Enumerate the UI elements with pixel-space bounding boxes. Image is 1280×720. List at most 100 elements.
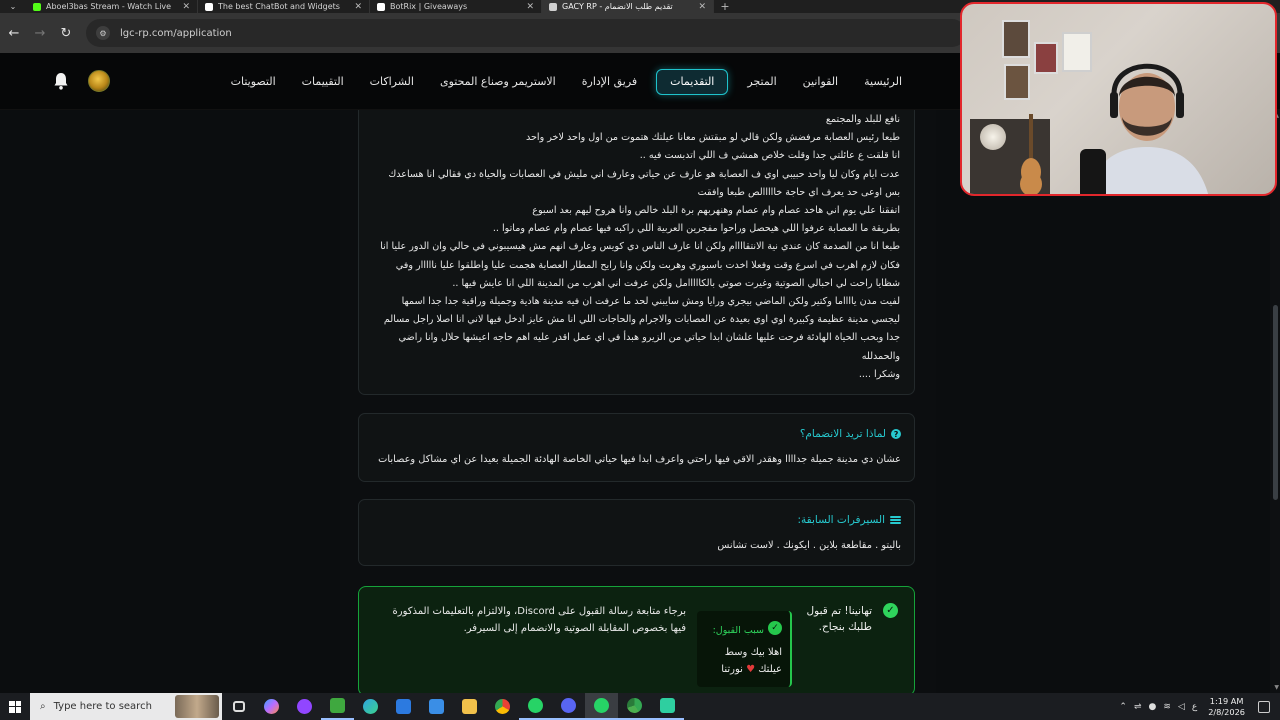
site-info-icon[interactable]: ⚙ [96, 26, 110, 40]
network-adapter-icon[interactable]: ⇌ [1134, 702, 1142, 712]
wall-poster [1004, 64, 1030, 100]
taskbar-search[interactable]: ⌕ Type here to search [30, 693, 222, 720]
scrollbar-thumb[interactable] [1273, 305, 1278, 500]
new-tab-button[interactable]: + [714, 0, 736, 13]
close-icon[interactable]: ✕ [698, 2, 706, 12]
forward-button[interactable]: → [28, 21, 52, 45]
nav-rules[interactable]: القوانين [790, 69, 851, 95]
previous-servers-card: السيرفرات السابقة: باليتو . مقاطعة بلاين… [358, 499, 915, 566]
story-line: بطريقة ما العصابة عرفوا اللي هيحصل وراحو… [492, 223, 900, 235]
story-line: بس اوعى حد يعرف اي حاجة خااااالص طبعا وا… [697, 186, 900, 198]
site-logo[interactable] [88, 70, 110, 92]
clock-time: 1:19 AM [1209, 695, 1244, 706]
start-button[interactable] [0, 693, 30, 720]
xbox-icon[interactable] [321, 693, 354, 720]
browser-tab[interactable]: The best ChatBot and Widgets ✕ [198, 0, 370, 13]
clock-date: 2/8/2026 [1208, 706, 1245, 717]
nav-home[interactable]: الرئيسية [851, 69, 915, 95]
mail-icon[interactable] [387, 693, 420, 720]
check-circle-icon: ✓ [883, 603, 898, 618]
check-circle-icon: ✓ [768, 621, 782, 635]
story-line: جدا وبحب الحياة الهادئة فرحت عليها علشان… [398, 332, 900, 344]
ring-light [980, 124, 1006, 150]
why-join-title-row: ? لماذا تريد الانضمام؟ [800, 428, 901, 440]
previous-servers-title: السيرفرات السابقة: [797, 514, 885, 526]
back-button[interactable]: ← [2, 21, 26, 45]
bell-icon[interactable] [53, 72, 69, 90]
story-line: اتفقنا علي يوم اني هاخد عصام وام عصام وه… [532, 205, 900, 217]
close-icon[interactable]: ✕ [526, 2, 534, 12]
windows-taskbar: ⌕ Type here to search ⌃ ⇌ ● ≋ ◁ ع 1:19 A… [0, 693, 1280, 720]
nav-store[interactable]: المتجر [734, 69, 789, 95]
store-icon[interactable] [420, 693, 453, 720]
chrome-icon[interactable] [618, 693, 651, 720]
notifications-icon[interactable] [1258, 700, 1270, 713]
microphone [1080, 149, 1106, 194]
heart-icon: ♥ [746, 664, 756, 675]
acceptance-reason-box: ✓ سبب القبول: اهلا بيك وسط عيلتك ♥ نورتن… [697, 611, 792, 687]
backstory-card: نافع للبلد والمجتمع طبعا رئيس العصابة مر… [358, 110, 915, 395]
server-icon [890, 515, 901, 525]
whatsapp-icon[interactable] [519, 693, 552, 720]
previous-servers-answer: باليتو . مقاطعة بلاين . ايكونك . لاست تش… [717, 540, 901, 551]
page-content: نافع للبلد والمجتمع طبعا رئيس العصابة مر… [0, 110, 1280, 693]
browser-tab[interactable]: BotRix | Giveaways ✕ [370, 0, 542, 13]
story-line: عدت ايام وكان ليا واحد حبيبي اوي ف العصا… [388, 168, 900, 180]
story-line: وشكرا .... [858, 368, 900, 380]
copilot-icon[interactable] [255, 693, 288, 720]
main-nav: الرئيسية القوانين المتجر التقديمات فريق … [218, 53, 915, 110]
webcam-overlay [960, 2, 1277, 196]
language-indicator[interactable]: ع [1192, 702, 1197, 712]
obs-icon[interactable] [651, 693, 684, 720]
nav-staff-team[interactable]: فريق الإدارة [569, 69, 650, 95]
twitch-app-icon[interactable] [288, 693, 321, 720]
previous-servers-title-row: السيرفرات السابقة: [798, 514, 901, 526]
nav-votes[interactable]: التصويتات [218, 69, 289, 95]
nav-reviews[interactable]: التقييمات [289, 69, 357, 95]
volume-icon[interactable]: ◁ [1178, 702, 1185, 712]
acceptance-reason-text: اهلا بيك وسط عيلتك ♥ نورتنا [702, 644, 782, 678]
task-view-icon[interactable] [222, 693, 255, 720]
nav-partners[interactable]: الشراكات [357, 69, 427, 95]
close-icon[interactable]: ✕ [354, 2, 362, 12]
application-column: نافع للبلد والمجتمع طبعا رئيس العصابة مر… [340, 110, 936, 693]
url-bar[interactable]: ⚙ lgc-rp.com/application [86, 19, 966, 47]
discord-icon[interactable] [552, 693, 585, 720]
file-explorer-icon[interactable] [453, 693, 486, 720]
wall-poster [1002, 20, 1030, 58]
search-icon: ⌕ [40, 701, 46, 712]
chrome-icon[interactable] [486, 693, 519, 720]
chevron-up-icon[interactable]: ⌃ [1119, 702, 1127, 712]
story-line: شظايا راحت لي احبالي الصوتية وغيرت صوتي … [452, 277, 900, 289]
scroll-down-arrow-icon[interactable]: ▼ [1274, 684, 1279, 691]
kick-icon [33, 2, 41, 11]
whatsapp-icon[interactable] [585, 693, 618, 720]
story-line: طبعا رئيس العصابة مرفضش ولكن قالي لو مبق… [525, 132, 900, 144]
search-placeholder: Type here to search [53, 701, 152, 712]
edge-icon[interactable] [354, 693, 387, 720]
story-line: فكان لازم اهرب في اسرع وقت وفعلا اخدت با… [395, 259, 900, 271]
reload-button[interactable]: ↻ [54, 21, 78, 45]
tab-search-icon[interactable]: ⌄ [0, 0, 26, 13]
why-join-card: ? لماذا تريد الانضمام؟ عشان دي مدينة جمي… [358, 413, 915, 482]
page-scrollbar[interactable]: ▲ ▼ [1270, 110, 1280, 693]
nav-applications[interactable]: التقديمات [656, 68, 729, 95]
browser-tab[interactable]: Aboel3bas Stream - Watch Live ✕ [26, 0, 198, 13]
url-text: lgc-rp.com/application [120, 27, 232, 39]
wifi-icon[interactable]: ≋ [1163, 702, 1171, 712]
legacy-icon [549, 2, 557, 11]
guitar [1020, 114, 1042, 194]
nav-streamers[interactable]: الاستريمر وصناع المحتوى [427, 69, 569, 95]
why-join-answer: عشان دي مدينة جميلة جداااا وهقدر الاقي ف… [378, 454, 901, 465]
clock[interactable]: 1:19 AM 2/8/2026 [1208, 696, 1245, 718]
botrix-icon [377, 2, 385, 11]
taskbar-apps [222, 693, 684, 720]
acceptance-message: برجاء متابعة رسالة القبول على Discord، و… [392, 606, 686, 634]
story-line: انا قلقت ع عائلتي جدا وقلت خلاص همشي ف ا… [639, 150, 900, 162]
browser-tab-active[interactable]: GACY RP - تقديم طلب الانضمام ✕ [542, 0, 714, 13]
close-icon[interactable]: ✕ [182, 2, 190, 12]
wall-poster [1034, 42, 1058, 74]
microphone-icon[interactable]: ● [1149, 702, 1157, 712]
acceptance-title: تهانينا! تم قبول طلبك بنجاح. [806, 605, 872, 633]
story-line: طبعا انا من الصدمة كان عندي نية الانتقاا… [380, 241, 900, 253]
